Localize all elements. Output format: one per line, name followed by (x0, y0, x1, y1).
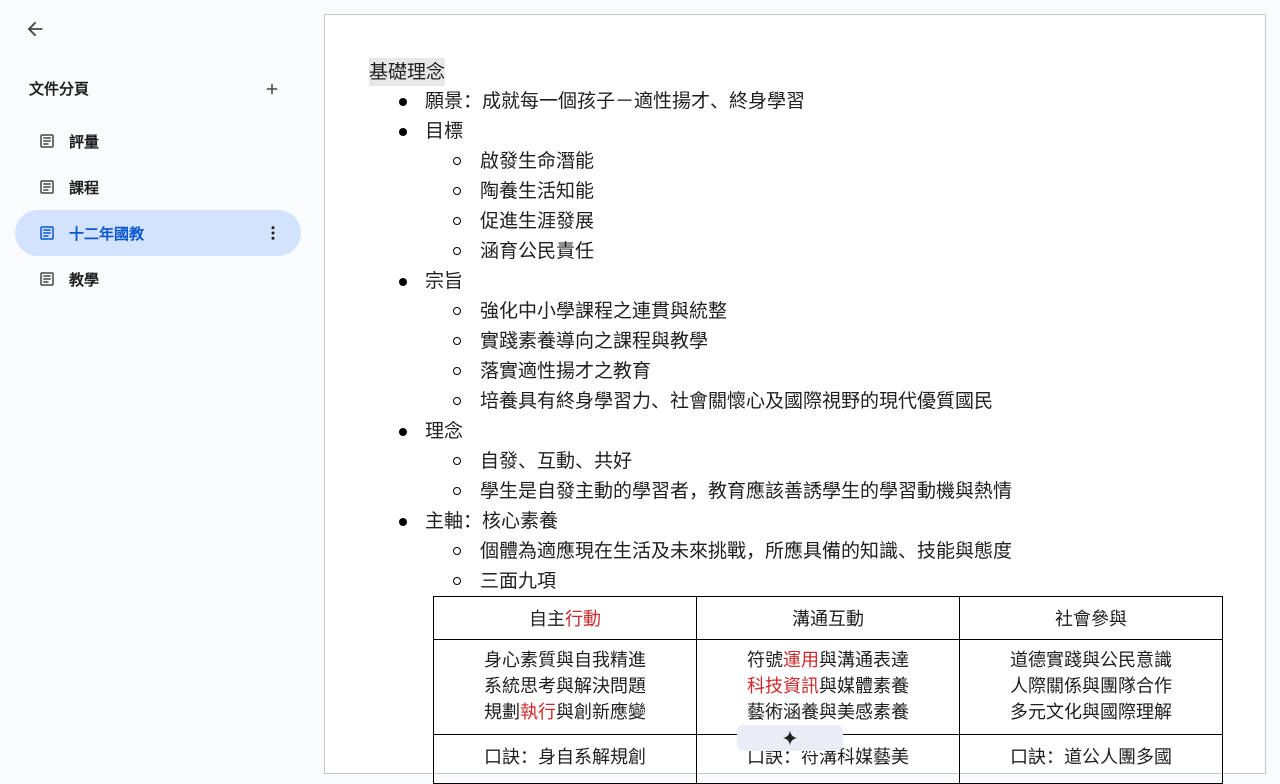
sub-list-item: 促進生涯發展 (425, 206, 1229, 236)
text-segment: 社會參與 (1055, 609, 1127, 630)
tab-item[interactable]: 教學 (15, 256, 301, 302)
bullet-list: 願景：成就每一個孩子－適性揚才、終身學習 目標啟發生命潛能 陶養生活知能 促進生涯發展… (369, 86, 1229, 596)
list-item: 目標啟發生命潛能 陶養生活知能 促進生涯發展 涵育公民責任 (369, 116, 1229, 266)
text-segment: 符號 (747, 650, 783, 671)
sub-list-item: 自發、互動、共好 (425, 446, 1229, 476)
sub-list-item: 培養具有終身學習力、社會關懷心及國際視野的現代優質國民 (425, 386, 1229, 416)
highlighted-text: 行動 (565, 609, 601, 630)
text-segment: 與溝通表達 (819, 650, 909, 671)
text-segment: 自主 (529, 609, 565, 630)
table-cell-line: 規劃執行與創新應變 (434, 700, 696, 726)
sub-list-item: 落實適性揚才之教育 (425, 356, 1229, 386)
table-cell: 符號運用與溝通表達 科技資訊與媒體素養 藝術涵養與美感素養 (696, 639, 960, 735)
list-item: 願景：成就每一個孩子－適性揚才、終身學習 (369, 86, 1229, 116)
table-cell: 身心素質與自我精進 系統思考與解決問題 規劃執行與創新應變 (433, 639, 697, 735)
text-segment: 身心素質與自我精進 (484, 650, 646, 671)
tab-item[interactable]: 十二年國教 (15, 210, 301, 256)
plus-icon (266, 83, 278, 95)
table-cell-line: 多元文化與國際理解 (960, 700, 1222, 726)
document-icon (37, 177, 57, 197)
document-heading: 基礎理念 (369, 58, 446, 86)
text-segment: 規劃 (484, 702, 520, 723)
table-cell-line: 藝術涵養與美感素養 (697, 700, 959, 726)
more-vert-icon (271, 226, 275, 240)
list-item-text: 理念 (425, 420, 464, 442)
document-icon (37, 269, 57, 289)
sub-list-item: 三面九項 (425, 566, 1229, 596)
document-content: 基礎理念 願景：成就每一個孩子－適性揚才、終身學習 目標啟發生命潛能 陶養生活知能促… (369, 58, 1229, 596)
core-competency-table: 自主行動 溝通互動 社會參與 身心素質與自我精進 系統思考與解決問題 規劃執行與創新應變… (433, 596, 1223, 784)
list-item-text: 宗旨 (425, 270, 464, 292)
sub-list-item: 強化中小學課程之連貫與統整 (425, 296, 1229, 326)
tab-label: 十二年國教 (69, 224, 145, 243)
text-segment: 溝通互動 (792, 609, 864, 630)
highlighted-text: 執行 (520, 702, 556, 723)
add-tab-button[interactable] (255, 72, 289, 106)
table-cell-line: 人際關係與團隊合作 (960, 674, 1222, 700)
sub-list-item: 啟發生命潛能 (425, 146, 1229, 176)
tab-options-button[interactable] (259, 219, 287, 247)
tab-item[interactable]: 課程 (15, 164, 301, 210)
table-cell-line: 道德實踐與公民意識 (960, 648, 1222, 674)
text-segment: 與創新應變 (556, 702, 646, 723)
sub-list-item: 實踐素養導向之課程與教學 (425, 326, 1229, 356)
sub-list: 個體為適應現在生活及未來挑戰，所應具備的知識、技能與態度 三面九項 (369, 536, 1229, 596)
sidebar: 文件分頁 評量課程十二年國教教學 (0, 0, 318, 763)
sub-list-item: 學生是自發主動的學習者，教育應該善誘學生的學習動機與熱情 (425, 476, 1229, 506)
ai-sparkle-button[interactable] (737, 725, 843, 751)
sub-list-item: 陶養生活知能 (425, 176, 1229, 206)
table-cell-line: 身心素質與自我精進 (434, 648, 696, 674)
table-mnemonic-cell: 口訣：身自系解規創 (433, 734, 697, 784)
list-item: 宗旨強化中小學課程之連貫與統整 實踐素養導向之課程與教學 落實適性揚才之教育 培養具有… (369, 266, 1229, 416)
table-header-cell: 溝通互動 (696, 596, 960, 640)
table-cell-line: 符號運用與溝通表達 (697, 648, 959, 674)
sub-list-item: 個體為適應現在生活及未來挑戰，所應具備的知識、技能與態度 (425, 536, 1229, 566)
highlighted-text: 運用 (783, 650, 819, 671)
document-tabs-header: 文件分頁 (29, 78, 289, 100)
text-segment: 與媒體素養 (819, 676, 909, 697)
table-cell-line: 系統思考與解決問題 (434, 674, 696, 700)
tab-label: 教學 (69, 270, 100, 289)
tab-label: 課程 (69, 178, 100, 197)
sub-list: 啟發生命潛能 陶養生活知能 促進生涯發展 涵育公民責任 (369, 146, 1229, 266)
table-header-cell: 自主行動 (433, 596, 697, 640)
text-segment: 道德實踐與公民意識 (1010, 650, 1172, 671)
tab-item[interactable]: 評量 (15, 118, 301, 164)
back-button[interactable] (16, 10, 54, 48)
document-icon (37, 131, 57, 151)
text-segment: 人際關係與團隊合作 (1010, 676, 1172, 697)
text-segment: 多元文化與國際理解 (1010, 702, 1172, 723)
list-item: 主軸：核心素養個體為適應現在生活及未來挑戰，所應具備的知識、技能與態度 三面九項 (369, 506, 1229, 596)
sub-list: 自發、互動、共好 學生是自發主動的學習者，教育應該善誘學生的學習動機與熱情 (369, 446, 1229, 506)
text-segment: 系統思考與解決問題 (484, 676, 646, 697)
highlighted-text: 科技資訊 (747, 676, 819, 697)
sub-list: 強化中小學課程之連貫與統整 實踐素養導向之課程與教學 落實適性揚才之教育 培養具有終身… (369, 296, 1229, 416)
list-item-text: 主軸：核心素養 (425, 510, 559, 532)
table-header-cell: 社會參與 (959, 596, 1223, 640)
document-tabs-title: 文件分頁 (29, 80, 90, 98)
list-item-text: 願景：成就每一個孩子－適性揚才、終身學習 (425, 90, 806, 112)
sparkle-icon (782, 730, 798, 746)
text-segment: 藝術涵養與美感素養 (747, 702, 909, 723)
table-mnemonic-cell: 口訣：道公人團多國 (959, 734, 1223, 784)
arrow-back-icon (27, 21, 43, 37)
table-cell-line: 科技資訊與媒體素養 (697, 674, 959, 700)
tab-list: 評量課程十二年國教教學 (15, 118, 301, 302)
tab-label: 評量 (69, 132, 100, 151)
list-item: 理念自發、互動、共好 學生是自發主動的學習者，教育應該善誘學生的學習動機與熱情 (369, 416, 1229, 506)
document-page[interactable]: 基礎理念 願景：成就每一個孩子－適性揚才、終身學習 目標啟發生命潛能 陶養生活知能促… (324, 14, 1266, 784)
table-cell: 道德實踐與公民意識 人際關係與團隊合作 多元文化與國際理解 (959, 639, 1223, 735)
list-item-text: 目標 (425, 120, 464, 142)
document-icon (37, 223, 57, 243)
sub-list-item: 涵育公民責任 (425, 236, 1229, 266)
